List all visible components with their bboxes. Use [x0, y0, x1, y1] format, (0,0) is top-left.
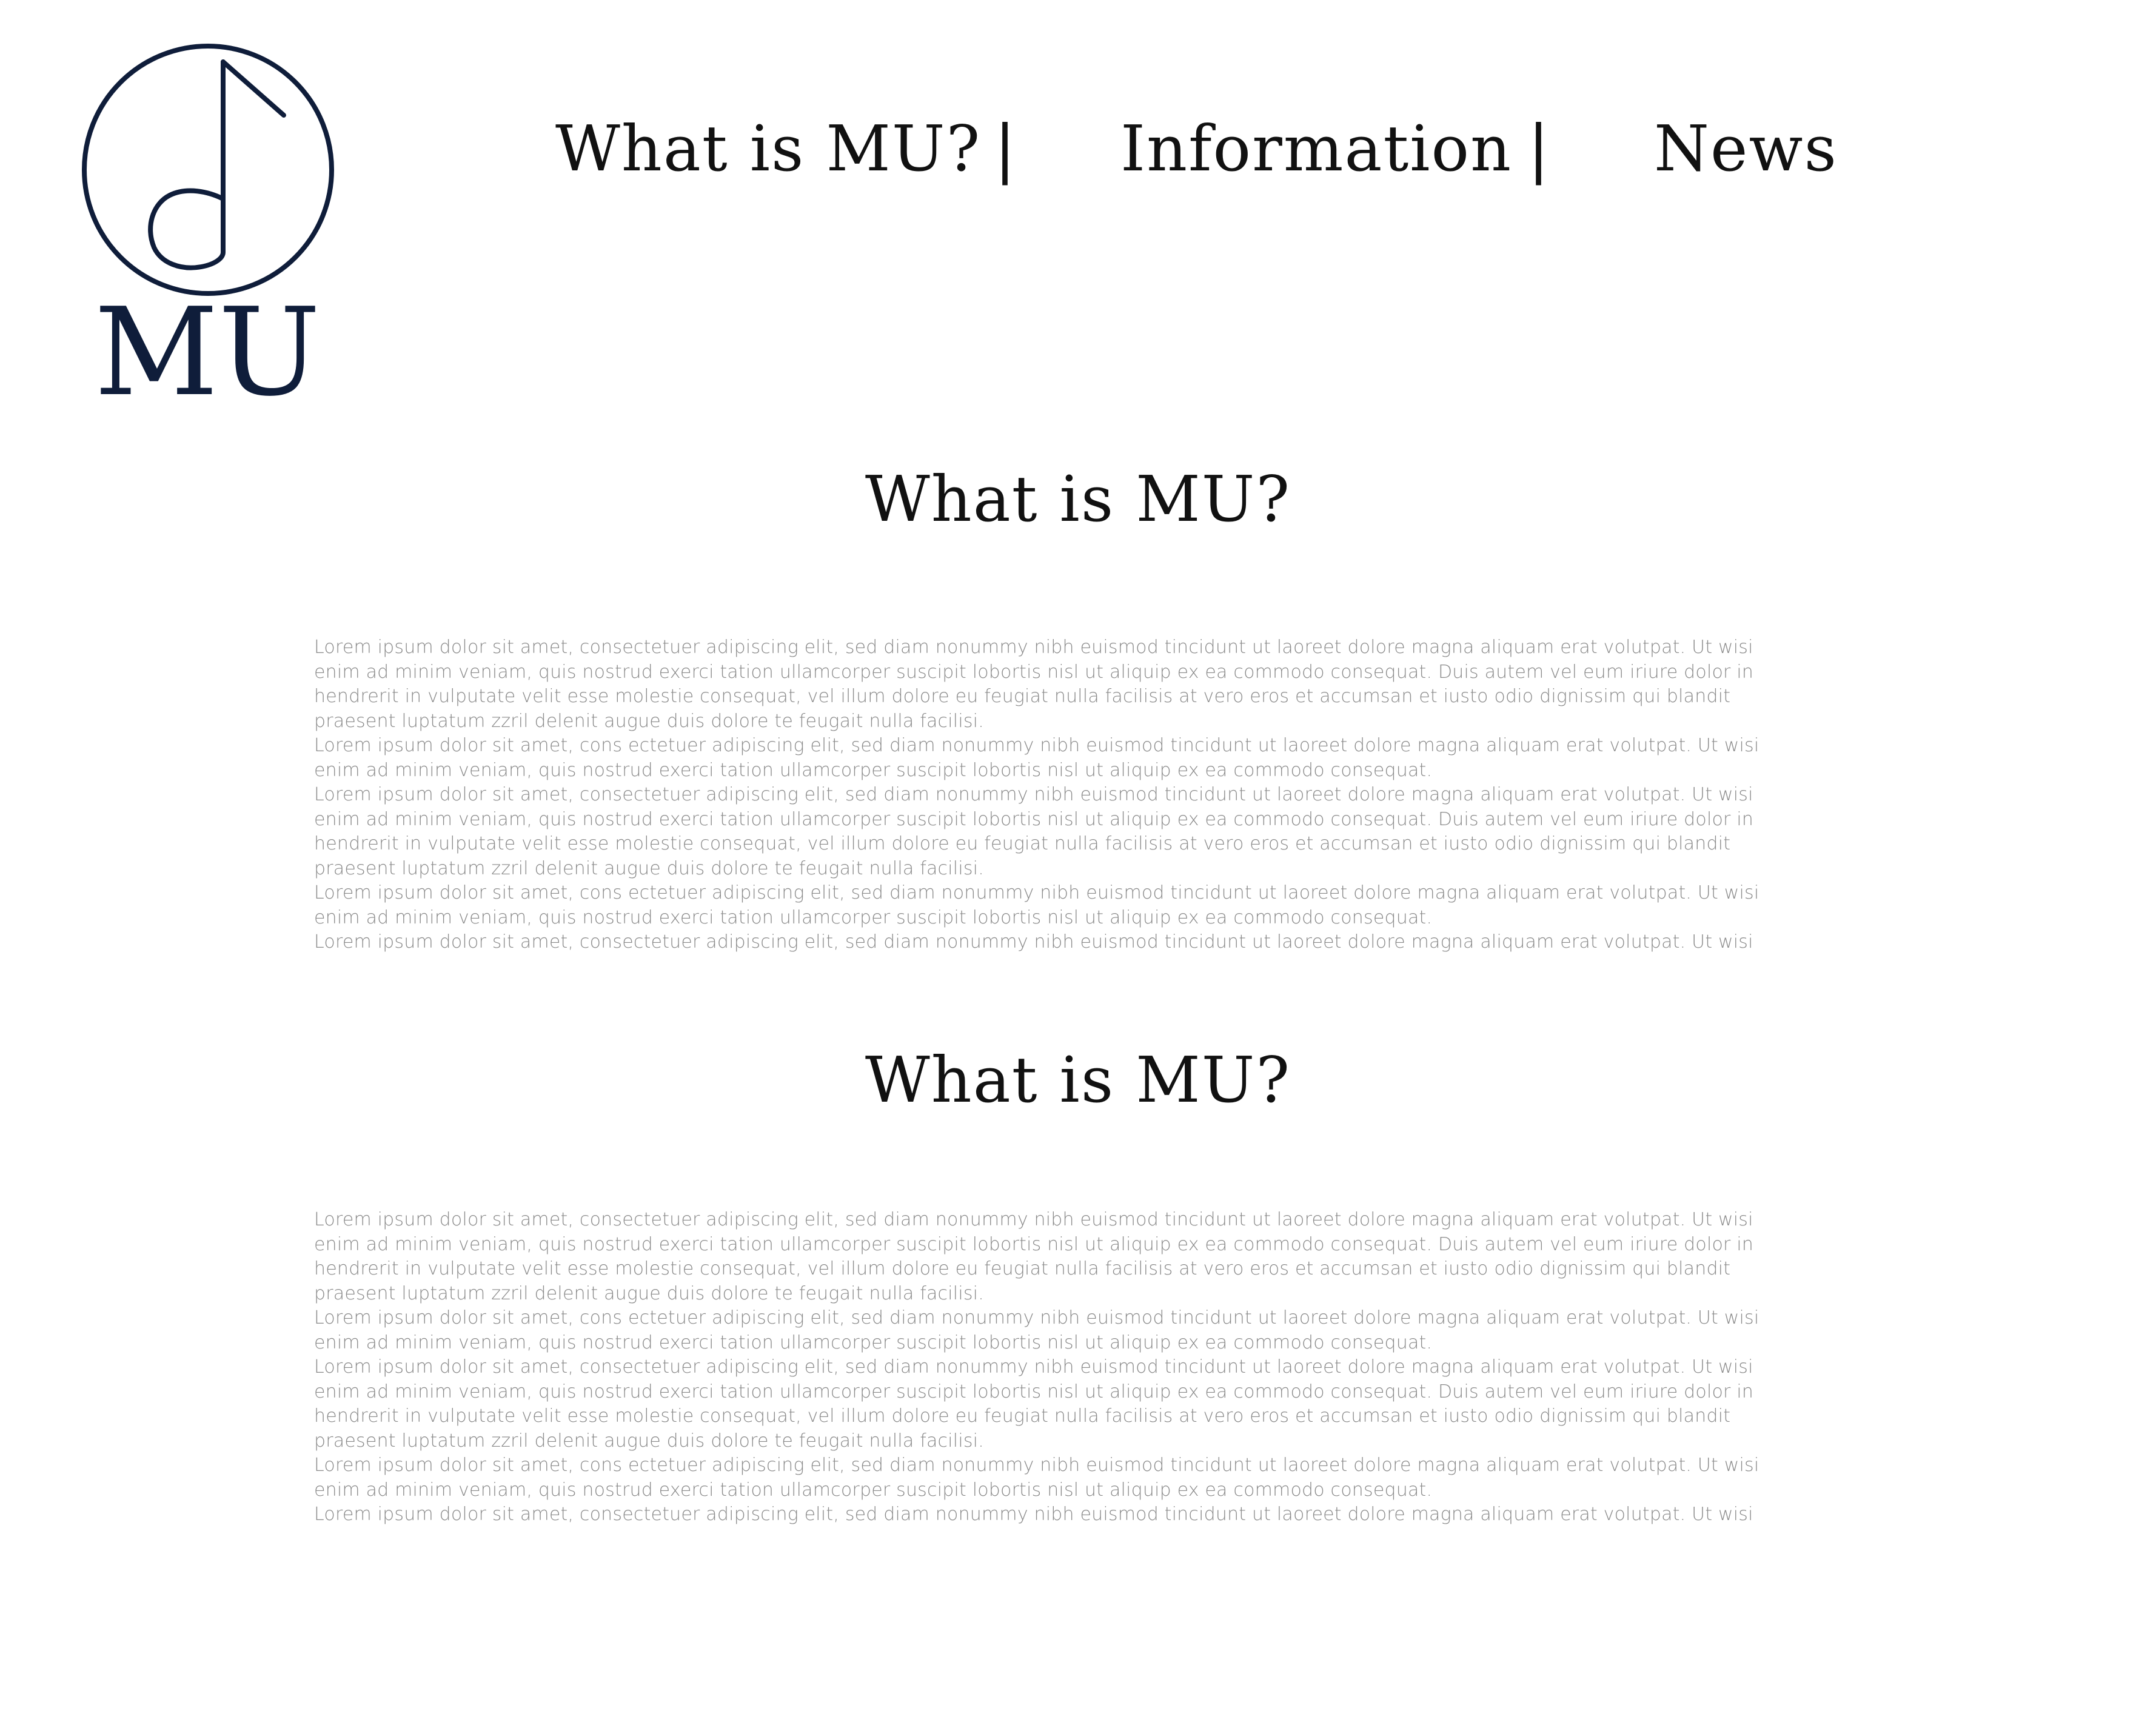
- section-title: What is MU?: [865, 1043, 1291, 1117]
- brand-logo-text: MU: [94, 282, 320, 404]
- body-paragraph: Lorem ipsum dolor sit amet, consectetuer…: [314, 1209, 1754, 1304]
- body-paragraph: Lorem ipsum dolor sit amet, consectetuer…: [314, 931, 1753, 953]
- section-body: Lorem ipsum dolor sit amet, consectetuer…: [314, 1208, 1793, 1527]
- top-navigation: What is MU? | Information | News: [0, 103, 2156, 194]
- body-paragraph: Lorem ipsum dolor sit amet, cons ectetue…: [314, 1455, 1759, 1501]
- section-body: Lorem ipsum dolor sit amet, consectetuer…: [314, 635, 1793, 955]
- brand-logo[interactable]: MU: [78, 40, 340, 404]
- nav-separator: |: [1528, 112, 1550, 186]
- body-paragraph: Lorem ipsum dolor sit amet, consectetuer…: [314, 1356, 1754, 1452]
- nav-separator: |: [994, 112, 1016, 186]
- body-paragraph: Lorem ipsum dolor sit amet, cons ectetue…: [314, 1307, 1759, 1353]
- body-paragraph: Lorem ipsum dolor sit amet, cons ectetue…: [314, 735, 1759, 781]
- body-paragraph: Lorem ipsum dolor sit amet, cons ectetue…: [314, 882, 1759, 928]
- music-note-in-circle-icon: MU: [82, 44, 334, 404]
- body-paragraph: Lorem ipsum dolor sit amet, consectetuer…: [314, 637, 1754, 732]
- nav-link-what-is-mu[interactable]: What is MU?: [555, 103, 981, 194]
- body-paragraph: Lorem ipsum dolor sit amet, consectetuer…: [314, 1504, 1753, 1525]
- nav-link-information[interactable]: Information: [1120, 103, 1512, 194]
- body-paragraph: Lorem ipsum dolor sit amet, consectetuer…: [314, 784, 1754, 879]
- section-title: What is MU?: [865, 462, 1291, 536]
- nav-link-news[interactable]: News: [1654, 103, 1838, 194]
